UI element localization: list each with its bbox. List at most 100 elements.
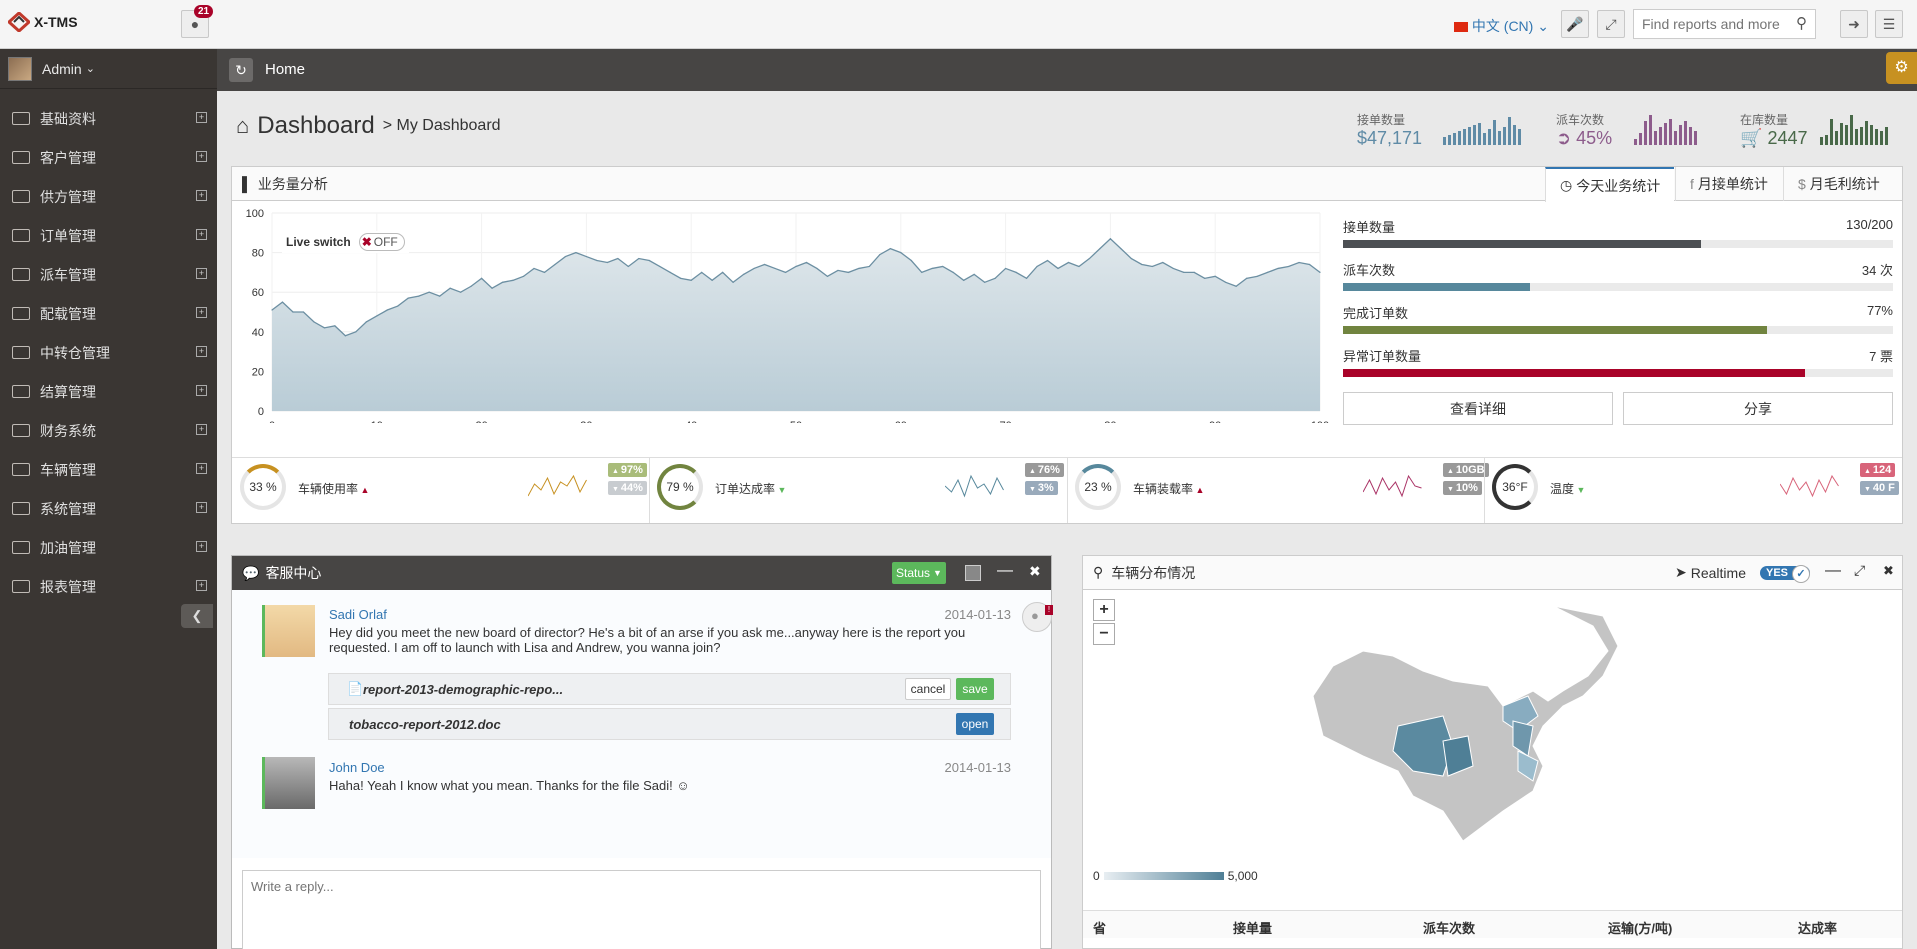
kpi-chip-text: 44%: [620, 482, 643, 494]
color-picker[interactable]: [965, 565, 981, 581]
share-button[interactable]: 分享: [1623, 392, 1893, 425]
sidebar-item[interactable]: 报表管理 +: [0, 567, 217, 606]
sidebar-item[interactable]: 财务系统 +: [0, 411, 217, 450]
notifications-button[interactable]: ● 21: [181, 5, 214, 38]
cancel-button[interactable]: cancel: [905, 678, 951, 700]
progress-fill: [1343, 240, 1701, 248]
status-dropdown[interactable]: Status ▼: [892, 562, 946, 584]
sidebar-item[interactable]: 供方管理 +: [0, 177, 217, 216]
realtime-toggle[interactable]: YES ✓: [1759, 564, 1810, 583]
user-menu[interactable]: Admin ⌄: [0, 49, 217, 89]
sidebar-item[interactable]: 加油管理 +: [0, 528, 217, 567]
caret-down-icon: ▼: [1029, 486, 1038, 493]
zoom-in-button[interactable]: +: [1093, 599, 1115, 621]
logout-button[interactable]: ➜: [1840, 10, 1868, 38]
x-tick-label: 90: [1209, 420, 1221, 423]
sidebar-item[interactable]: 系统管理 +: [0, 489, 217, 528]
app-logo[interactable]: X-TMS: [8, 12, 78, 32]
settings-button[interactable]: ⚙: [1886, 52, 1917, 84]
map-column-header[interactable]: 省: [1093, 918, 1106, 937]
sidebar-item[interactable]: 车辆管理 +: [0, 450, 217, 489]
sidebar-item-label: 供方管理: [40, 188, 96, 205]
x-tick-label: 80: [1104, 420, 1116, 423]
minimize-icon[interactable]: —: [997, 562, 1013, 580]
data-point: [1099, 248, 1101, 250]
message-author[interactable]: Sadi Orlaf: [329, 607, 1011, 622]
sidebar-item[interactable]: 基础资料 +: [0, 99, 217, 138]
data-point: [669, 271, 671, 273]
kpi-label-text: 温度: [1550, 482, 1575, 496]
chat-users-toggle[interactable]: ●!: [1022, 602, 1053, 632]
language-label: 中文 (CN): [1471, 18, 1534, 34]
cart-icon: 🛒: [1740, 128, 1763, 148]
message-author[interactable]: John Doe: [329, 760, 1011, 775]
microphone-button[interactable]: 🎤: [1561, 10, 1589, 38]
sparkline-bar: [1518, 129, 1521, 145]
attachment-name[interactable]: tobacco-report-2012.doc: [349, 717, 501, 732]
y-tick-label: 100: [246, 208, 264, 220]
sidebar-item[interactable]: 中转仓管理 +: [0, 333, 217, 372]
map-column-header[interactable]: 运输(方/吨): [1608, 918, 1672, 937]
minimize-icon[interactable]: —: [1825, 562, 1841, 580]
save-button[interactable]: save: [956, 678, 994, 700]
map-column-header[interactable]: 接单量: [1233, 918, 1272, 937]
sidebar-item[interactable]: 订单管理 +: [0, 216, 217, 255]
live-switch-toggle[interactable]: ✖ OFF: [358, 233, 405, 251]
zoom-out-button[interactable]: −: [1093, 623, 1115, 645]
data-point: [355, 331, 357, 333]
stat-orders: 接单数量 $47,171: [1357, 111, 1422, 149]
data-point: [690, 279, 692, 281]
expand-icon[interactable]: ⤢: [1854, 562, 1865, 579]
sidebar-item-label: 基础资料: [40, 110, 96, 127]
kpi-chip: ▼ 3%: [1025, 481, 1058, 495]
view-details-button[interactable]: 查看详细: [1343, 392, 1613, 425]
sidebar-item[interactable]: 客户管理 +: [0, 138, 217, 177]
search-input[interactable]: [1642, 16, 1782, 32]
caret-up-icon: ▲: [358, 485, 370, 495]
data-point: [659, 265, 661, 268]
sparkline-bar: [1644, 121, 1647, 145]
sidebar-item[interactable]: 配载管理 +: [0, 294, 217, 333]
data-point: [1005, 267, 1007, 270]
tab-monthly-profit[interactable]: $ 月毛利统计: [1783, 167, 1894, 201]
folder-icon: [12, 268, 30, 281]
data-point: [973, 273, 975, 275]
open-button[interactable]: open: [956, 713, 994, 735]
data-point: [942, 265, 944, 268]
breadcrumb[interactable]: Home: [265, 61, 305, 78]
reply-input[interactable]: [243, 871, 1040, 949]
sparkline-bar: [1508, 117, 1511, 145]
stat-value: 45%: [1576, 128, 1613, 148]
expand-plus-icon: +: [196, 151, 207, 162]
kpi-sparkline: [1780, 474, 1839, 498]
close-icon[interactable]: ✖: [1029, 563, 1041, 580]
sidebar-item[interactable]: 派车管理 +: [0, 255, 217, 294]
map-column-header[interactable]: 达成率: [1798, 918, 1837, 937]
collapse-sidebar-button[interactable]: ❮: [181, 604, 213, 628]
fullscreen-button[interactable]: ⤢: [1597, 10, 1625, 38]
data-point: [826, 275, 829, 277]
menu-button[interactable]: ☰: [1875, 10, 1903, 38]
refresh-button[interactable]: ↻: [229, 58, 253, 82]
attachment-name[interactable]: report-2013-demographic-repo...: [363, 682, 563, 697]
expand-plus-icon: +: [196, 541, 207, 552]
tab-monthly-orders[interactable]: f 月接单统计: [1675, 167, 1782, 201]
stat-stock: 在库数量 🛒 2447: [1740, 111, 1807, 149]
data-point: [596, 259, 598, 262]
kpi-chip: ▲ 76%: [1025, 463, 1064, 477]
kpi-chip: ▼ 40 F: [1860, 481, 1899, 495]
stat-sparkline: [1820, 115, 1888, 145]
kpi-label-text: 车辆装载率: [1133, 482, 1194, 496]
search-icon[interactable]: ⚲: [1796, 14, 1807, 32]
tab-today[interactable]: ◷ 今天业务统计: [1545, 167, 1675, 202]
close-icon[interactable]: ✖: [1883, 563, 1894, 579]
language-selector[interactable]: 中文 (CN) ⌄: [1454, 16, 1549, 36]
china-map[interactable]: [1303, 596, 1623, 856]
sparkline-bar: [1664, 123, 1667, 145]
expand-plus-icon: +: [196, 424, 207, 435]
map-column-header[interactable]: 派车次数: [1423, 918, 1475, 937]
sparkline-bar: [1649, 115, 1652, 145]
data-point: [722, 271, 724, 273]
chevron-down-icon: ⌄: [85, 63, 95, 75]
sidebar-item[interactable]: 结算管理 +: [0, 372, 217, 411]
